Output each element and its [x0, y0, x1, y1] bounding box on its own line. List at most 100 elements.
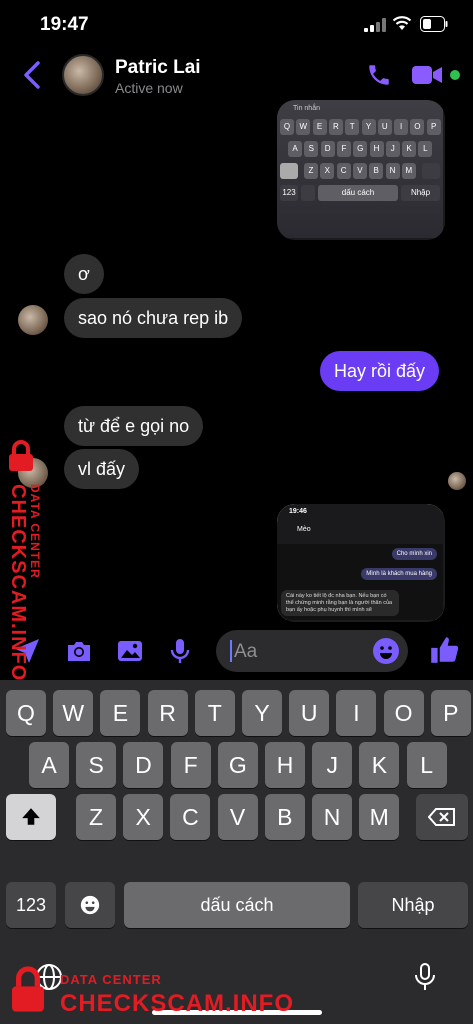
- key-a[interactable]: A: [29, 742, 69, 788]
- mini-key-m[interactable]: M: [401, 163, 416, 179]
- mini-key-b[interactable]: B: [369, 163, 384, 179]
- mini-key-l[interactable]: L: [418, 141, 433, 157]
- mini-key-n[interactable]: N: [385, 163, 400, 179]
- signal-icon: [364, 18, 386, 32]
- mini-backspace-key[interactable]: [422, 163, 440, 179]
- message-incoming[interactable]: ơ: [64, 254, 104, 294]
- key-w[interactable]: W: [53, 690, 94, 736]
- key-u[interactable]: U: [289, 690, 330, 736]
- mini-bubble: Cái này ko tiết lộ đc nha bạn. Nếu bạn c…: [281, 590, 399, 616]
- watermark-vertical: DATA CENTER CHECKSCAM.INFO: [6, 440, 46, 681]
- mini-key-i[interactable]: I: [394, 119, 409, 135]
- key-y[interactable]: Y: [242, 690, 282, 736]
- contact-avatar[interactable]: [62, 54, 104, 96]
- mini-numbers-key[interactable]: 123: [280, 185, 298, 201]
- mini-key-o[interactable]: O: [410, 119, 425, 135]
- key-p[interactable]: P: [430, 690, 471, 736]
- phone-call-icon[interactable]: [366, 62, 392, 88]
- contact-name[interactable]: Patric Lai: [115, 57, 201, 79]
- key-q[interactable]: Q: [6, 690, 46, 736]
- mini-space-key[interactable]: dấu cách: [318, 185, 398, 201]
- mini-key-e[interactable]: E: [312, 119, 327, 135]
- key-j[interactable]: J: [312, 742, 353, 788]
- mini-key-x[interactable]: X: [320, 163, 335, 179]
- emoji-key[interactable]: [65, 882, 115, 928]
- mini-chat-header: 19:46 Mèo: [277, 504, 443, 544]
- space-key[interactable]: dấu cách: [124, 882, 350, 928]
- mini-bubble: Mình là khách mua hàng: [361, 568, 437, 580]
- text-caret: [230, 640, 232, 662]
- status-time: 19:47: [40, 14, 89, 35]
- message-input[interactable]: Aa: [216, 630, 408, 672]
- key-o[interactable]: O: [383, 690, 424, 736]
- mini-key-j[interactable]: J: [385, 141, 400, 157]
- mini-key-g[interactable]: G: [353, 141, 368, 157]
- message-outgoing[interactable]: Hay rồi đấy: [320, 351, 440, 391]
- mini-key-k[interactable]: K: [402, 141, 417, 157]
- sender-avatar: [18, 305, 48, 335]
- mini-return-key[interactable]: Nhập: [401, 185, 440, 201]
- key-n[interactable]: N: [312, 794, 352, 840]
- backspace-key[interactable]: [416, 794, 468, 840]
- mini-bubble: Cho mình xin: [391, 548, 437, 560]
- key-m[interactable]: M: [359, 794, 400, 840]
- mini-key-c[interactable]: C: [336, 163, 351, 179]
- video-call-icon[interactable]: [412, 64, 442, 86]
- key-e[interactable]: E: [100, 690, 141, 736]
- message-incoming[interactable]: vl đấy: [64, 449, 140, 489]
- mini-key-f[interactable]: F: [336, 141, 351, 157]
- conversation-header: Patric Lai Active now: [0, 50, 473, 102]
- key-r[interactable]: R: [147, 690, 188, 736]
- mini-key-z[interactable]: Z: [304, 163, 318, 179]
- key-z[interactable]: Z: [76, 794, 116, 840]
- mini-shift-key[interactable]: [280, 163, 298, 179]
- key-i[interactable]: I: [336, 690, 377, 736]
- emoji-icon[interactable]: [372, 637, 400, 665]
- mini-key-h[interactable]: H: [369, 141, 384, 157]
- key-b[interactable]: B: [264, 794, 305, 840]
- key-v[interactable]: V: [217, 794, 258, 840]
- mini-key-a[interactable]: A: [288, 141, 302, 157]
- return-key[interactable]: Nhập: [358, 882, 468, 928]
- microphone-icon[interactable]: [165, 636, 195, 666]
- key-t[interactable]: T: [194, 690, 235, 736]
- image-message-keyboard[interactable]: Tin nhắn Q W E R T Y U I O P A S D F G H J K L Z X C V B N M 123 dấ…: [277, 100, 445, 240]
- padlock-icon: [12, 966, 44, 1012]
- mini-key-t[interactable]: T: [345, 119, 360, 135]
- mini-key-q[interactable]: Q: [280, 119, 294, 135]
- mini-key-r[interactable]: R: [328, 119, 343, 135]
- gallery-icon[interactable]: [115, 636, 145, 666]
- message-incoming[interactable]: từ để e gọi no: [64, 406, 204, 446]
- chat-screenshot: 19:46 Mèo Cho mình xin Mình là khách mua…: [277, 504, 443, 620]
- mini-key-s[interactable]: S: [304, 141, 319, 157]
- camera-icon[interactable]: [64, 636, 94, 666]
- mini-key-d[interactable]: D: [320, 141, 335, 157]
- mini-key-w[interactable]: W: [296, 119, 311, 135]
- key-h[interactable]: H: [265, 742, 305, 788]
- key-s[interactable]: S: [76, 742, 117, 788]
- message-incoming[interactable]: sao nó chưa rep ib: [64, 298, 243, 338]
- image-message-chat[interactable]: 19:46 Mèo Cho mình xin Mình là khách mua…: [277, 504, 445, 622]
- mini-key-y[interactable]: Y: [361, 119, 376, 135]
- key-d[interactable]: D: [123, 742, 164, 788]
- shift-key[interactable]: [6, 794, 56, 840]
- key-c[interactable]: C: [170, 794, 211, 840]
- emoji-keyboard-icon: [80, 895, 100, 915]
- key-k[interactable]: K: [359, 742, 400, 788]
- back-arrow-icon[interactable]: [22, 60, 42, 90]
- like-thumb-icon[interactable]: [428, 634, 460, 666]
- mini-key-u[interactable]: U: [377, 119, 392, 135]
- key-g[interactable]: G: [217, 742, 258, 788]
- numbers-key[interactable]: 123: [6, 882, 56, 928]
- dictation-mic-icon[interactable]: [410, 960, 440, 994]
- key-f[interactable]: F: [170, 742, 211, 788]
- key-x[interactable]: X: [123, 794, 164, 840]
- mini-key-p[interactable]: P: [426, 119, 441, 135]
- key-l[interactable]: L: [406, 742, 447, 788]
- mini-name: Mèo: [297, 526, 311, 533]
- mini-emoji-key[interactable]: [301, 185, 315, 201]
- watermark-bottom: DATA CENTER CHECKSCAM.INFO: [8, 962, 308, 1022]
- mini-key-v[interactable]: V: [352, 163, 367, 179]
- backspace-icon: [427, 808, 455, 826]
- shift-icon: [22, 808, 40, 825]
